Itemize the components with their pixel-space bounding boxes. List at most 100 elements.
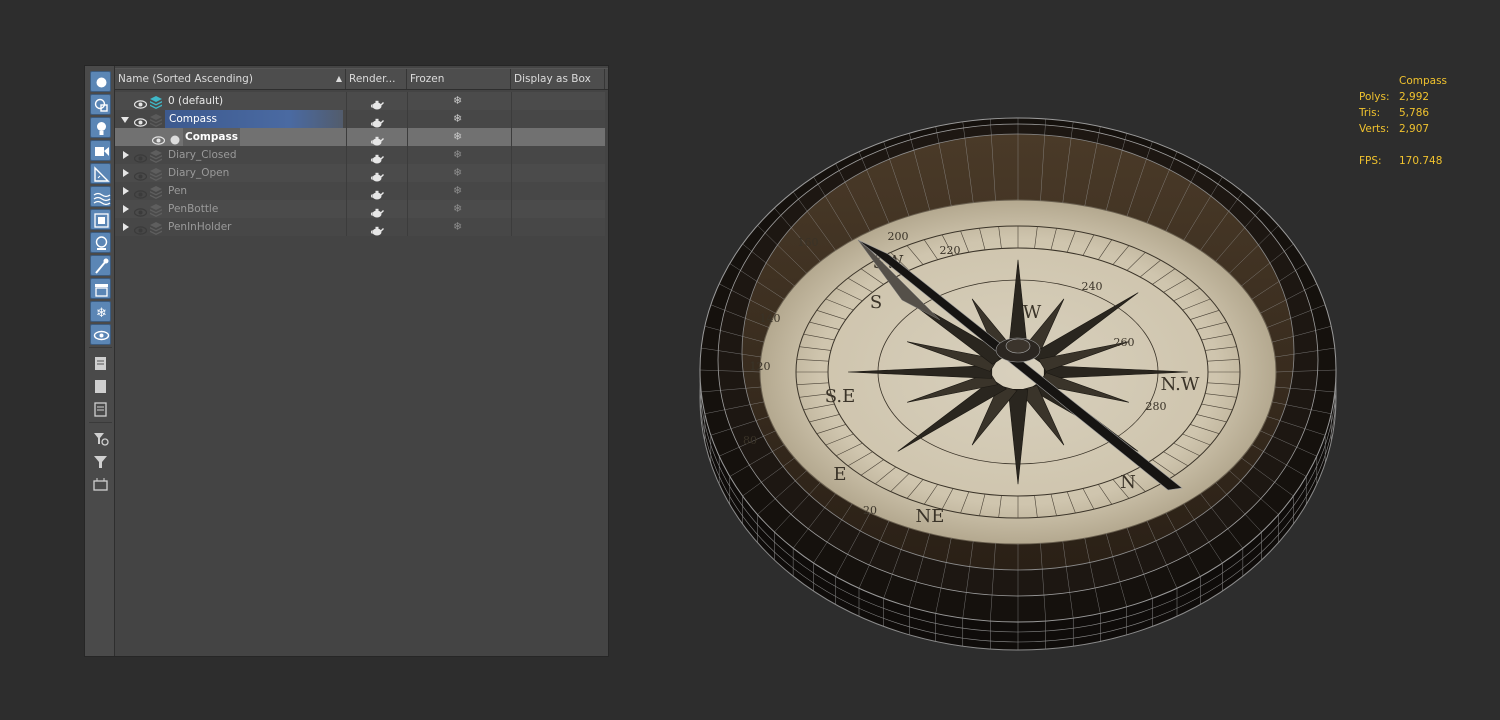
row-name-label[interactable]: Diary_Closed: [168, 146, 237, 164]
column-header-name[interactable]: Name (Sorted Ascending) ▲: [115, 69, 346, 89]
display-bones-button[interactable]: [90, 255, 111, 276]
cell-divider: [511, 128, 512, 146]
display-containers-icon: [95, 284, 108, 297]
frozen-snowflake-icon[interactable]: ❄: [453, 184, 462, 198]
row-name-label[interactable]: PenInHolder: [168, 218, 232, 236]
scene-explorer-row[interactable]: Diary_Closed ❄: [115, 146, 605, 164]
row-name-label[interactable]: 0 (default): [168, 92, 223, 110]
display-helpers-button[interactable]: [90, 163, 111, 184]
scene-explorer-row[interactable]: Diary_Open ❄: [115, 164, 605, 182]
stat-value: 5,786: [1399, 107, 1430, 119]
cell-divider: [511, 164, 512, 182]
row-name-label[interactable]: PenBottle: [168, 200, 218, 218]
hidden-eye-icon[interactable]: [133, 221, 148, 240]
cell-divider: [407, 218, 408, 236]
frozen-snowflake-icon[interactable]: ❄: [453, 112, 462, 126]
dial-label: 160: [798, 236, 819, 249]
expand-arrow-icon[interactable]: [123, 151, 129, 159]
column-header-renderable[interactable]: Render...: [346, 69, 407, 89]
cell-divider: [346, 218, 347, 236]
viewport-statistics: Compass Polys: 2,992 Tris: 5,786 Verts: 2,907…: [1359, 73, 1489, 169]
stat-label: Verts:: [1359, 123, 1390, 135]
svg-text:❄: ❄: [96, 306, 107, 321]
column-header-display-as-box[interactable]: Display as Box: [511, 69, 605, 89]
dial-label: S.E: [825, 386, 856, 407]
cell-divider: [511, 218, 512, 236]
cell-divider: [346, 164, 347, 182]
expand-arrow-icon[interactable]: [123, 223, 129, 231]
filter-button[interactable]: [90, 451, 111, 472]
dial-label: N.W: [1161, 374, 1200, 395]
frozen-snowflake-icon[interactable]: ❄: [453, 220, 462, 234]
toolbar-separator: [89, 347, 112, 348]
scene-explorer-row[interactable]: Compass ❄: [115, 110, 605, 128]
display-hidden-button[interactable]: [90, 324, 111, 345]
dial-label: 280: [1146, 400, 1167, 413]
dial-label: E: [833, 464, 846, 485]
scene-explorer-row[interactable]: PenBottle ❄: [115, 200, 605, 218]
dial-label: 220: [940, 244, 961, 257]
display-bones-icon: [95, 258, 109, 274]
cell-divider: [346, 200, 347, 218]
scene-explorer-row[interactable]: PenInHolder ❄: [115, 218, 605, 236]
cell-divider: [407, 200, 408, 218]
display-groups-button[interactable]: [90, 209, 111, 230]
stats-object-name: Compass: [1399, 75, 1448, 87]
display-none-button[interactable]: [90, 376, 111, 397]
scene-explorer-row[interactable]: Compass ❄: [115, 128, 605, 146]
frozen-snowflake-icon[interactable]: ❄: [453, 94, 462, 108]
invert-display-icon: [94, 402, 107, 417]
cell-divider: [346, 128, 347, 146]
frozen-snowflake-icon[interactable]: ❄: [453, 166, 462, 180]
display-xrefs-button[interactable]: [90, 232, 111, 253]
sort-ascending-icon: ▲: [335, 74, 342, 83]
stat-value: 2,992: [1399, 91, 1430, 103]
display-geometry-button[interactable]: [90, 71, 111, 92]
stat-value: 2,907: [1399, 123, 1430, 135]
stat-label: Polys:: [1359, 91, 1390, 103]
display-cameras-button[interactable]: [90, 140, 111, 161]
select-children-button[interactable]: [90, 474, 111, 495]
dial-label: W: [1023, 302, 1042, 323]
expand-arrow-icon[interactable]: [123, 187, 129, 195]
stat-row: Polys: 2,992: [1359, 89, 1489, 105]
display-shapes-button[interactable]: [90, 94, 111, 115]
scene-explorer-row[interactable]: Pen ❄: [115, 182, 605, 200]
display-frozen-button[interactable]: ❄: [90, 301, 111, 322]
cell-divider: [407, 110, 408, 128]
frozen-snowflake-icon[interactable]: ❄: [453, 148, 462, 162]
renderable-teapot-icon[interactable]: [370, 221, 384, 240]
row-name-label[interactable]: Compass: [183, 128, 240, 146]
scene-explorer-row[interactable]: 0 (default) ❄: [115, 92, 605, 110]
cell-divider: [407, 146, 408, 164]
display-lights-icon: [97, 122, 106, 135]
row-name-label[interactable]: Compass: [165, 110, 343, 128]
expand-arrow-icon[interactable]: [123, 205, 129, 213]
fps-label: FPS:: [1359, 155, 1382, 167]
invert-display-button[interactable]: [90, 399, 111, 420]
column-header-frozen[interactable]: Frozen: [407, 69, 511, 89]
compass-dial-face: [759, 199, 1277, 545]
dial-label: 120: [750, 360, 771, 373]
row-name-label[interactable]: Diary_Open: [168, 164, 229, 182]
display-geometry-icon: [96, 77, 107, 88]
row-name-label[interactable]: Pen: [168, 182, 187, 200]
cell-divider: [511, 200, 512, 218]
dial-label: 140: [760, 312, 781, 325]
display-lights-button[interactable]: [90, 117, 111, 138]
expand-arrow-icon[interactable]: [123, 169, 129, 177]
dial-label: NE: [916, 506, 945, 527]
stat-row: Verts: 2,907: [1359, 121, 1489, 137]
column-header-label: Render...: [349, 73, 396, 85]
compass-model[interactable]: SWWN.WNNEES.ES12014016020022024026028020…: [699, 117, 1337, 651]
compass-pivot-top: [1005, 338, 1031, 354]
display-all-button[interactable]: [90, 353, 111, 374]
frozen-snowflake-icon[interactable]: ❄: [453, 202, 462, 216]
collapse-arrow-icon[interactable]: [121, 117, 129, 123]
layer-icon: [149, 220, 163, 239]
filter-settings-button[interactable]: [90, 428, 111, 449]
display-containers-button[interactable]: [90, 278, 111, 299]
display-spacewarps-button[interactable]: [90, 186, 111, 207]
frozen-snowflake-icon[interactable]: ❄: [453, 130, 462, 144]
dial-label: 260: [1114, 336, 1135, 349]
